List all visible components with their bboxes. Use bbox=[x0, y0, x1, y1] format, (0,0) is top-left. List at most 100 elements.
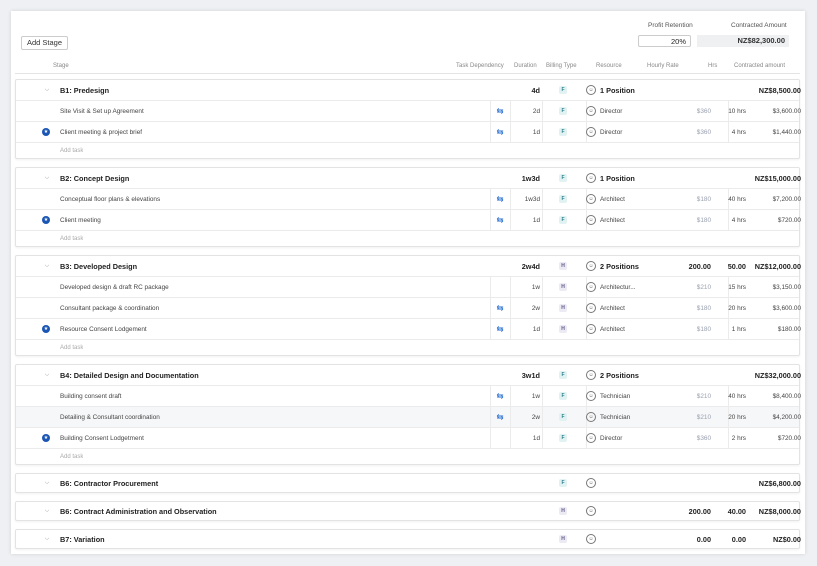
stage-row[interactable]: ⌵ B6: Contractor Procurement F ☺ NZ$6,800.00 bbox=[16, 474, 801, 492]
task-row[interactable]: Consultant package & coordination ⇆ 2w H ☺ Ar… bbox=[16, 298, 801, 319]
chevron-down-icon[interactable]: ⌵ bbox=[43, 80, 51, 100]
task-name[interactable]: Client meeting & project brief bbox=[60, 122, 460, 142]
stage-billing-type[interactable]: F bbox=[542, 168, 584, 188]
task-resource[interactable]: ☺ Director bbox=[586, 122, 656, 142]
stage-resource[interactable]: ☺ 1 Position bbox=[586, 168, 656, 188]
billing-type-badge[interactable]: H bbox=[559, 304, 567, 312]
task-row[interactable]: Developed design & draft RC package 1w H ☺ A… bbox=[16, 277, 801, 298]
task-row[interactable]: ★ Building Consent Lodgetment 1d F ☺ Director… bbox=[16, 428, 801, 449]
add-task-row[interactable]: Add task bbox=[16, 340, 799, 355]
dependency-icon[interactable]: ⇆ bbox=[490, 189, 510, 209]
task-duration[interactable]: 2d bbox=[510, 101, 544, 121]
task-billing-type[interactable]: F bbox=[542, 101, 584, 121]
stage-resource[interactable]: ☺ 2 Positions bbox=[586, 256, 656, 276]
task-resource[interactable]: ☺ Technician bbox=[586, 407, 656, 427]
task-name[interactable]: Building Consent Lodgetment bbox=[60, 428, 460, 448]
task-name[interactable]: Client meeting bbox=[60, 210, 460, 230]
stage-name[interactable]: B7: Variation bbox=[60, 530, 460, 548]
star-icon[interactable]: ★ bbox=[41, 122, 51, 142]
stage-row[interactable]: ⌵ B6: Contract Administration and Observa… bbox=[16, 502, 801, 520]
task-billing-type[interactable]: F bbox=[542, 122, 584, 142]
dependency-icon[interactable]: ⇆ bbox=[490, 407, 510, 427]
task-row[interactable]: Site Visit & Set up Agreement ⇆ 2d F ☺ Direct… bbox=[16, 101, 801, 122]
billing-type-badge[interactable]: F bbox=[559, 479, 567, 487]
stage-billing-type[interactable]: H bbox=[542, 530, 584, 548]
task-resource[interactable]: ☺ Technician bbox=[586, 386, 656, 406]
stage-resource[interactable]: ☺ bbox=[586, 530, 656, 548]
stage-billing-type[interactable]: H bbox=[542, 256, 584, 276]
task-billing-type[interactable]: F bbox=[542, 428, 584, 448]
task-resource[interactable]: ☺ Architect bbox=[586, 298, 656, 318]
task-duration[interactable]: 1w bbox=[510, 386, 544, 406]
billing-type-badge[interactable]: F bbox=[559, 107, 567, 115]
star-icon[interactable]: ★ bbox=[41, 428, 51, 448]
billing-type-badge[interactable]: H bbox=[559, 283, 567, 291]
billing-type-badge[interactable]: H bbox=[559, 325, 567, 333]
dependency-icon[interactable]: ⇆ bbox=[490, 122, 510, 142]
stage-resource[interactable]: ☺ bbox=[586, 474, 656, 492]
stage-row[interactable]: ⌵ B4: Detailed Design and Documentation 3w… bbox=[16, 365, 801, 386]
task-row[interactable]: ★ Resource Consent Lodgement ⇆ 1d H ☺ Architec… bbox=[16, 319, 801, 340]
dependency-icon[interactable]: ⇆ bbox=[490, 298, 510, 318]
task-name[interactable]: Site Visit & Set up Agreement bbox=[60, 101, 460, 121]
task-row[interactable]: ★ Client meeting ⇆ 1d F ☺ Architect $180 4 hrs $7… bbox=[16, 210, 801, 231]
add-task-link[interactable]: Add task bbox=[60, 449, 83, 464]
stage-row[interactable]: ⌵ B7: Variation H ☺ 0.00 0.00 NZ$0.00 bbox=[16, 530, 801, 548]
task-duration[interactable]: 1d bbox=[510, 122, 544, 142]
task-billing-type[interactable]: F bbox=[542, 407, 584, 427]
task-row[interactable]: Building consent draft ⇆ 1w F ☺ Technician $21… bbox=[16, 386, 801, 407]
add-task-row[interactable]: Add task bbox=[16, 449, 799, 464]
billing-type-badge[interactable]: F bbox=[559, 216, 567, 224]
billing-type-badge[interactable]: F bbox=[559, 128, 567, 136]
stage-name[interactable]: B2: Concept Design bbox=[60, 168, 460, 188]
billing-type-badge[interactable]: F bbox=[559, 371, 567, 379]
add-task-link[interactable]: Add task bbox=[60, 340, 83, 355]
task-name[interactable]: Detailing & Consultant coordination bbox=[60, 407, 460, 427]
task-resource[interactable]: ☺ Architect bbox=[586, 210, 656, 230]
chevron-down-icon[interactable]: ⌵ bbox=[43, 365, 51, 385]
billing-type-badge[interactable]: F bbox=[559, 392, 567, 400]
task-duration[interactable]: 1d bbox=[510, 319, 544, 339]
billing-type-badge[interactable]: F bbox=[559, 413, 567, 421]
dependency-icon[interactable]: ⇆ bbox=[490, 386, 510, 406]
task-duration[interactable]: 2w bbox=[510, 298, 544, 318]
stage-resource[interactable]: ☺ bbox=[586, 502, 656, 520]
task-billing-type[interactable]: F bbox=[542, 210, 584, 230]
task-billing-type[interactable]: H bbox=[542, 319, 584, 339]
stage-row[interactable]: ⌵ B1: Predesign 4d F ☺ 1 Position NZ$8,500.00 bbox=[16, 80, 801, 101]
task-resource[interactable]: ☺ Director bbox=[586, 428, 656, 448]
stage-name[interactable]: B1: Predesign bbox=[60, 80, 460, 100]
chevron-down-icon[interactable]: ⌵ bbox=[43, 530, 51, 548]
stage-row[interactable]: ⌵ B3: Developed Design 2w4d H ☺ 2 Positions 20… bbox=[16, 256, 801, 277]
task-duration[interactable]: 1w3d bbox=[510, 189, 544, 209]
chevron-down-icon[interactable]: ⌵ bbox=[43, 168, 51, 188]
stage-name[interactable]: B6: Contract Administration and Observat… bbox=[60, 502, 460, 520]
task-name[interactable]: Consultant package & coordination bbox=[60, 298, 460, 318]
add-stage-button[interactable]: Add Stage bbox=[21, 36, 69, 50]
chevron-down-icon[interactable]: ⌵ bbox=[43, 474, 51, 492]
task-billing-type[interactable]: F bbox=[542, 189, 584, 209]
stage-billing-type[interactable]: F bbox=[542, 80, 584, 100]
stage-name[interactable]: B4: Detailed Design and Documentation bbox=[60, 365, 460, 385]
task-billing-type[interactable]: H bbox=[542, 298, 584, 318]
star-icon[interactable]: ★ bbox=[41, 319, 51, 339]
billing-type-badge[interactable]: H bbox=[559, 535, 567, 543]
dependency-icon[interactable]: ⇆ bbox=[490, 101, 510, 121]
stage-billing-type[interactable]: F bbox=[542, 365, 584, 385]
add-task-link[interactable]: Add task bbox=[60, 143, 83, 158]
stage-resource[interactable]: ☺ 2 Positions bbox=[586, 365, 656, 385]
task-duration[interactable]: 2w bbox=[510, 407, 544, 427]
task-row[interactable]: ★ Client meeting & project brief ⇆ 1d F ☺ Dire… bbox=[16, 122, 801, 143]
task-billing-type[interactable]: F bbox=[542, 386, 584, 406]
stage-resource[interactable]: ☺ 1 Position bbox=[586, 80, 656, 100]
task-resource[interactable]: ☺ Architectur... bbox=[586, 277, 656, 297]
stage-billing-type[interactable]: F bbox=[542, 474, 584, 492]
billing-type-badge[interactable]: H bbox=[559, 507, 567, 515]
task-row[interactable]: Conceptual floor plans & elevations ⇆ 1w3d… bbox=[16, 189, 801, 210]
stage-name[interactable]: B3: Developed Design bbox=[60, 256, 460, 276]
add-task-link[interactable]: Add task bbox=[60, 231, 83, 246]
task-resource[interactable]: ☺ Director bbox=[586, 101, 656, 121]
task-resource[interactable]: ☺ Architect bbox=[586, 189, 656, 209]
stage-name[interactable]: B6: Contractor Procurement bbox=[60, 474, 460, 492]
task-name[interactable]: Resource Consent Lodgement bbox=[60, 319, 460, 339]
